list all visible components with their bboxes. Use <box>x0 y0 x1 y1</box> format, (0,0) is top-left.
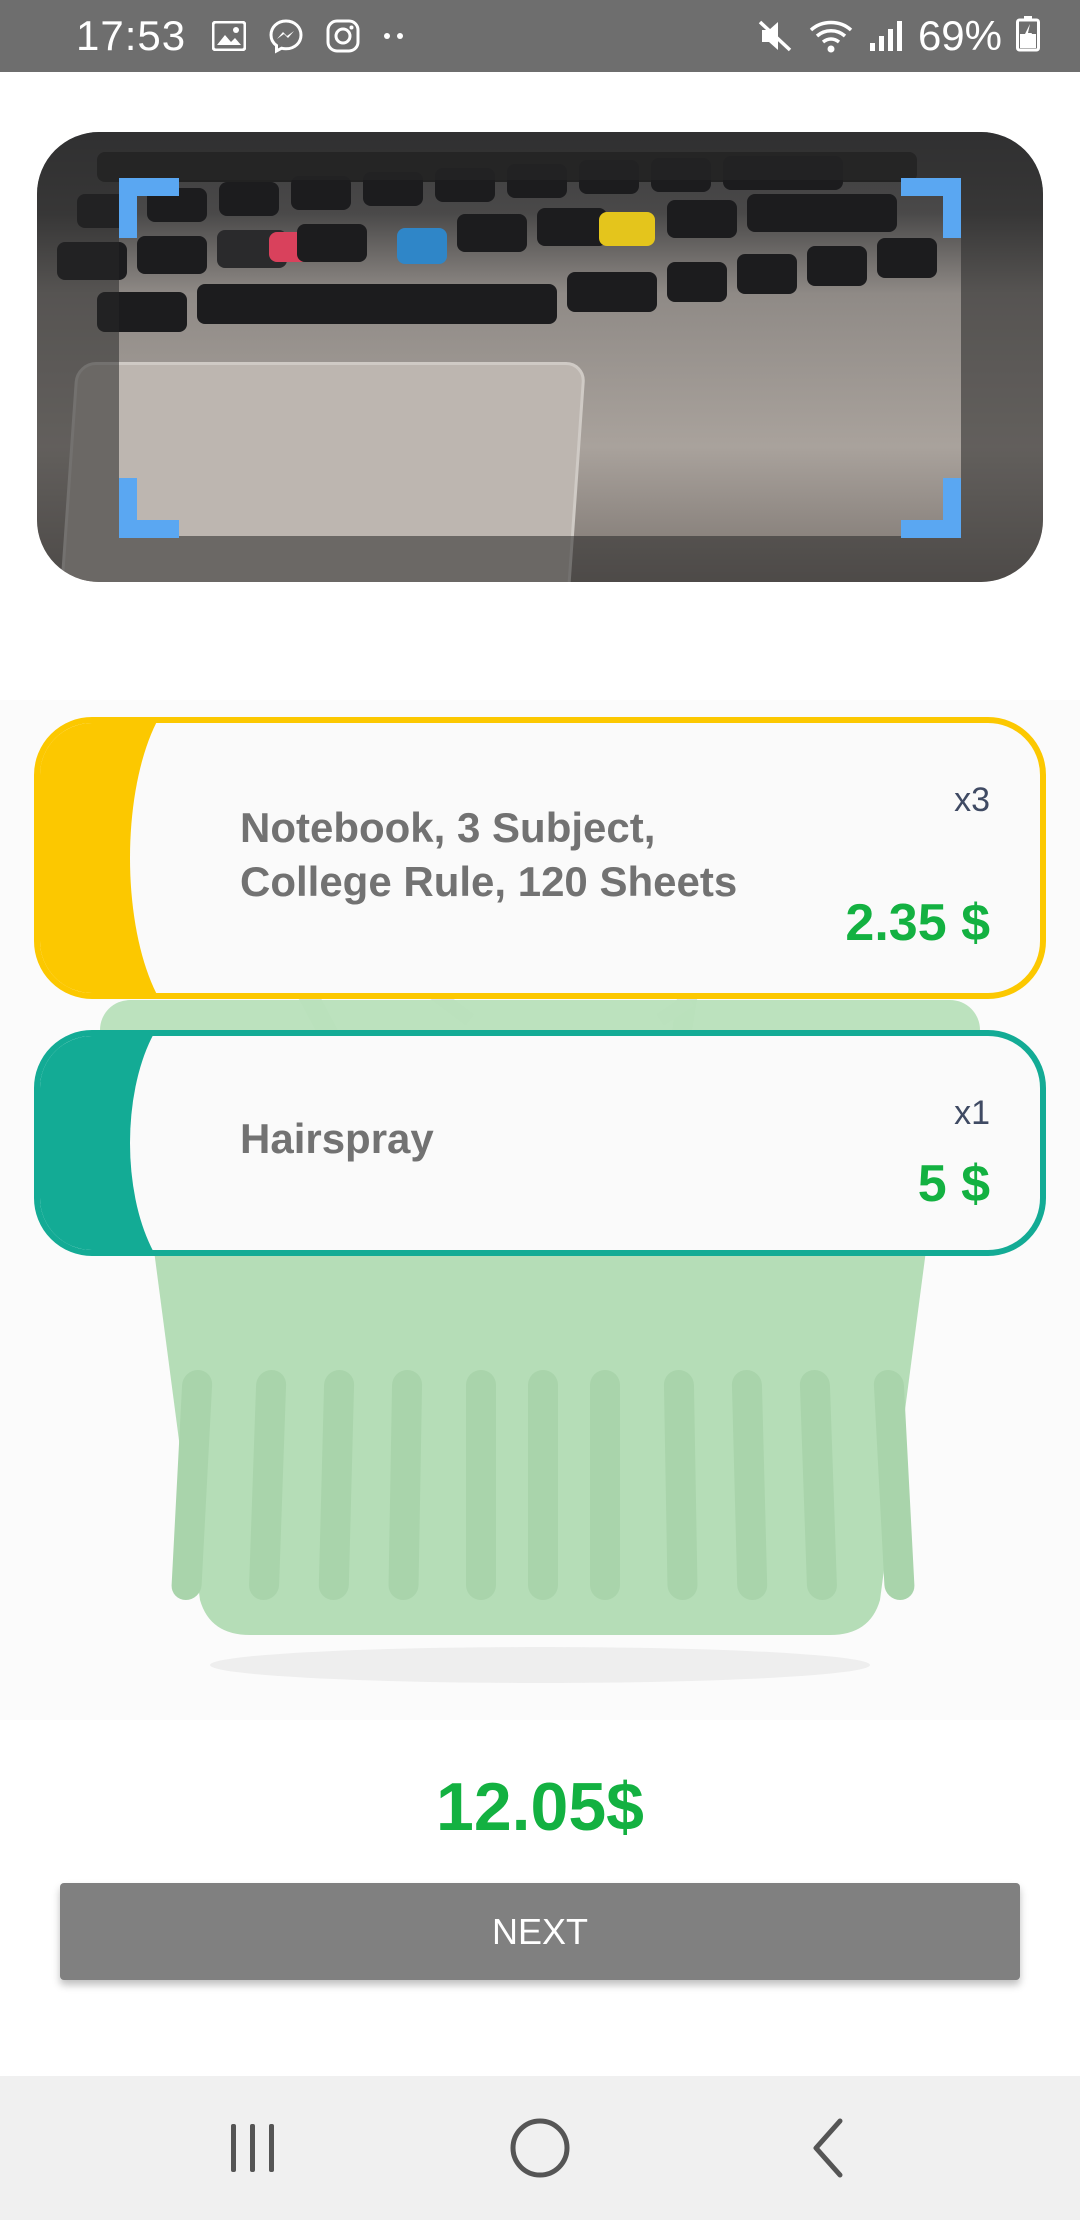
back-icon[interactable] <box>767 2098 887 2198</box>
scan-frame-corner <box>901 178 961 238</box>
next-button[interactable]: NEXT <box>60 1883 1020 1980</box>
scan-frame-corner <box>119 178 179 238</box>
gallery-icon <box>212 21 247 51</box>
item-quantity: x1 <box>954 1094 990 1132</box>
camera-preview[interactable] <box>37 132 1043 582</box>
instagram-icon <box>326 19 360 53</box>
wifi-icon <box>808 18 854 54</box>
recents-icon[interactable] <box>193 2098 313 2198</box>
item-name: Notebook, 3 Subject, College Rule, 120 S… <box>240 804 738 905</box>
status-bar: 17:53 69% <box>0 0 1080 72</box>
item-quantity: x3 <box>954 781 990 819</box>
cart-item-notebook[interactable]: Notebook, 3 Subject, College Rule, 120 S… <box>34 717 1046 999</box>
home-icon[interactable] <box>480 2098 600 2198</box>
cart-total: 12.05$ <box>436 1769 644 1845</box>
battery-charging-icon <box>1016 15 1040 57</box>
scan-frame-corner <box>119 478 179 538</box>
item-price: 2.35 $ <box>845 894 990 952</box>
item-name: Hairspray <box>240 1115 434 1162</box>
item-price: 5 $ <box>917 1155 990 1213</box>
navigation-bar <box>0 2076 1080 2220</box>
messenger-icon <box>268 18 304 54</box>
more-dots-icon <box>382 31 406 41</box>
mute-icon <box>756 18 794 54</box>
scan-frame-corner <box>901 478 961 538</box>
cart-item-hairspray[interactable]: Hairspray x1 5 $ <box>34 1030 1046 1256</box>
battery-percentage: 69% <box>917 12 1002 59</box>
status-time: 17:53 <box>76 12 187 59</box>
signal-icon <box>868 19 904 53</box>
